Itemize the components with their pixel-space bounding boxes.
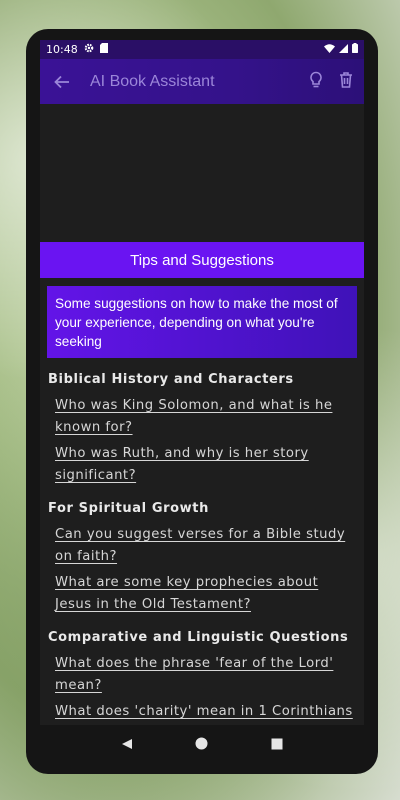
signal-icon — [339, 43, 348, 56]
suggestion-link[interactable]: What does 'charity' mean in 1 Corinthian… — [55, 701, 357, 725]
recents-square-icon[interactable] — [271, 735, 283, 754]
app-screen: 10:48 AI Book Assistant Tips and Suggest… — [40, 40, 364, 725]
section-title-linguistic: Comparative and Linguistic Questions — [48, 630, 349, 645]
battery-icon — [352, 43, 358, 56]
section-title-spiritual: For Spiritual Growth — [48, 501, 209, 516]
suggestion-link[interactable]: What are some key prophecies about Jesus… — [55, 572, 357, 616]
trash-icon[interactable] — [338, 71, 354, 93]
chat-area — [40, 104, 364, 242]
app-bar: AI Book Assistant — [40, 59, 364, 104]
tips-intro: Some suggestions on how to make the most… — [47, 286, 357, 358]
tips-header: Tips and Suggestions — [40, 242, 364, 278]
home-circle-icon[interactable] — [195, 735, 208, 754]
tips-content: Some suggestions on how to make the most… — [40, 278, 364, 725]
suggestion-link[interactable]: Who was Ruth, and why is her story signi… — [55, 443, 357, 487]
lightbulb-icon[interactable] — [308, 71, 324, 93]
system-nav-bar — [40, 725, 364, 763]
status-bar: 10:48 — [40, 40, 364, 59]
gear-icon — [84, 43, 94, 56]
app-title: AI Book Assistant — [90, 72, 215, 90]
wifi-icon — [324, 43, 335, 56]
back-triangle-icon[interactable] — [121, 735, 133, 754]
suggestion-link[interactable]: Can you suggest verses for a Bible study… — [55, 524, 357, 568]
suggestion-link[interactable]: Who was King Solomon, and what is he kno… — [55, 395, 357, 439]
sd-card-icon — [99, 43, 108, 56]
status-time: 10:48 — [46, 43, 78, 56]
section-title-history: Biblical History and Characters — [48, 372, 294, 387]
suggestion-link[interactable]: What does the phrase 'fear of the Lord' … — [55, 653, 357, 697]
back-arrow-icon[interactable] — [48, 68, 76, 96]
